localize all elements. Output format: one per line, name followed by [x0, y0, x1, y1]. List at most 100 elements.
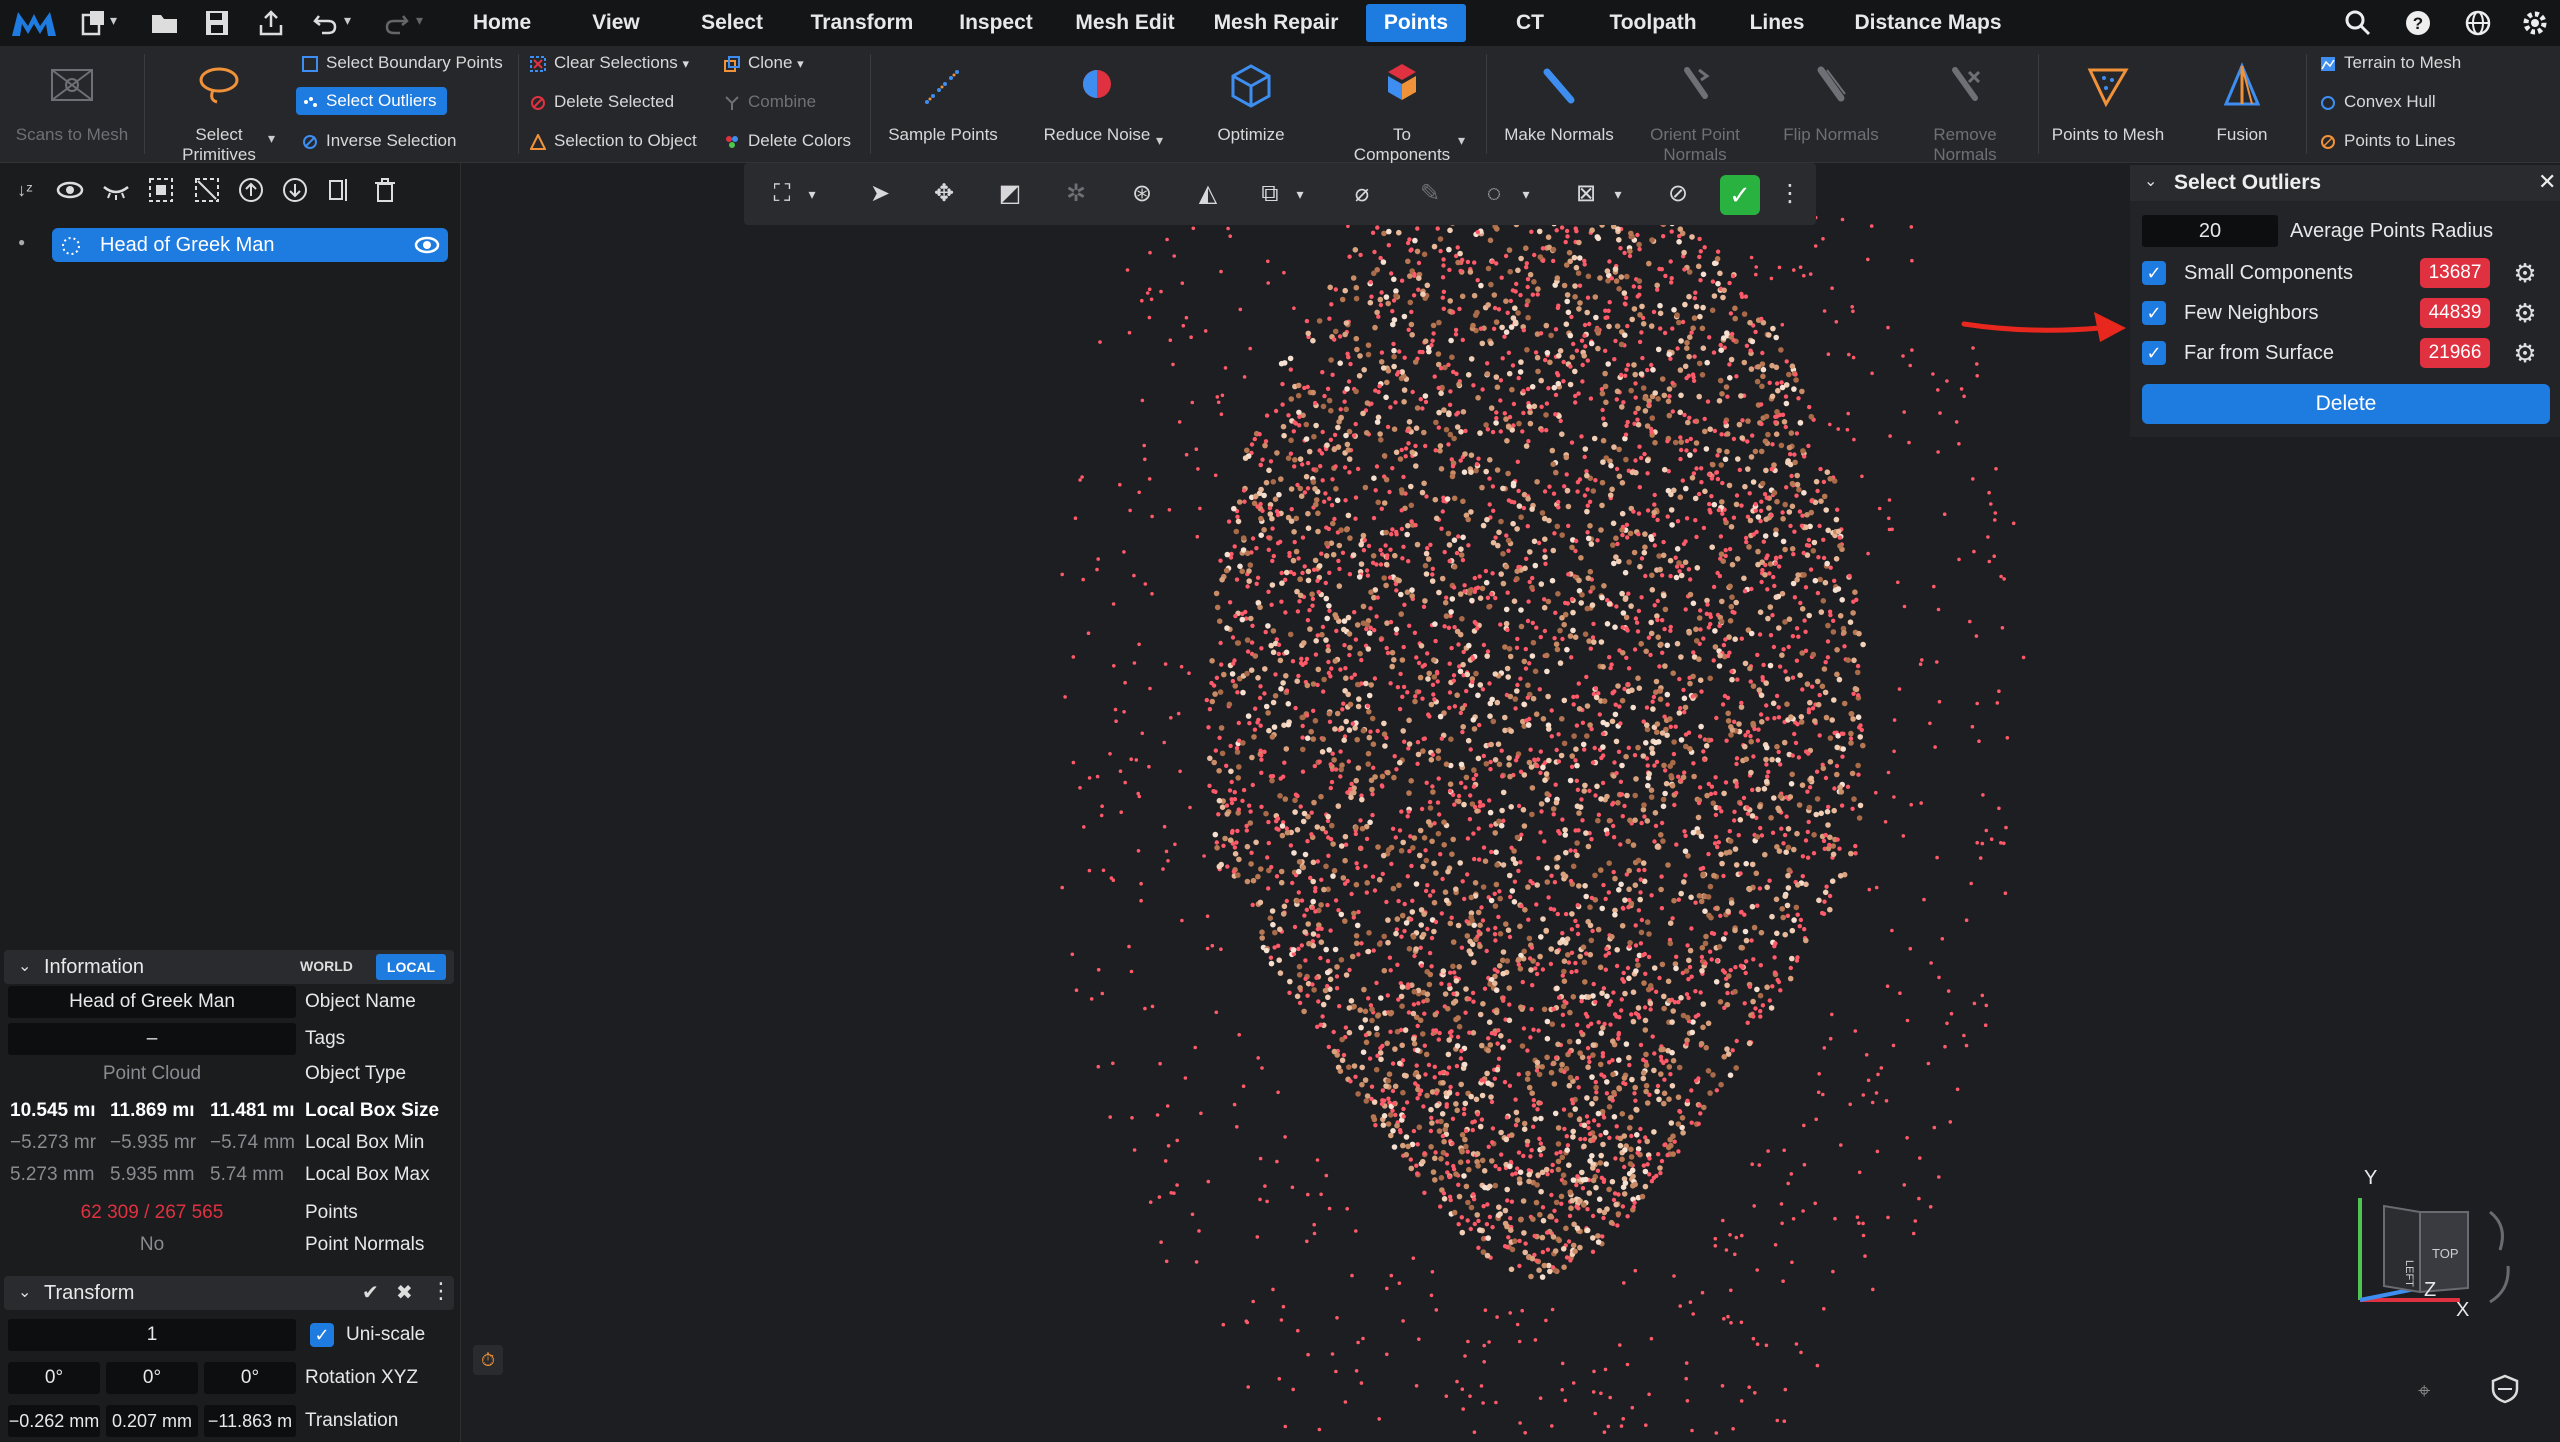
- optimize-button[interactable]: Optimize: [1186, 46, 1316, 162]
- small-components-checkbox[interactable]: ✓: [2142, 261, 2166, 285]
- tags-field[interactable]: –: [8, 1023, 296, 1055]
- shield-icon[interactable]: [2490, 1374, 2520, 1404]
- select-boundary-points-button[interactable]: Select Boundary Points: [302, 48, 503, 78]
- rotation-x-input[interactable]: 0°: [8, 1362, 100, 1394]
- tab-ct[interactable]: CT: [1500, 0, 1560, 46]
- stopwatch-icon[interactable]: ⏱: [473, 1345, 503, 1375]
- chevron-down-icon[interactable]: ▾: [110, 12, 117, 29]
- reduce-noise-button[interactable]: Reduce Noise: [1030, 46, 1164, 162]
- tab-mesh-edit[interactable]: Mesh Edit: [1066, 0, 1184, 46]
- save-icon[interactable]: [204, 9, 230, 37]
- redo-icon[interactable]: [384, 10, 410, 36]
- reset-view-icon[interactable]: ⌖: [2418, 1378, 2430, 1404]
- rotation-z-input[interactable]: 0°: [204, 1362, 296, 1394]
- pen-icon[interactable]: ✎: [1416, 180, 1444, 208]
- world-toggle[interactable]: WORLD: [300, 958, 353, 974]
- radius-input[interactable]: 20: [2142, 215, 2278, 247]
- chevron-down-icon[interactable]: ▾: [416, 12, 423, 29]
- uniscale-checkbox[interactable]: ✓: [310, 1323, 334, 1347]
- confirm-check-icon[interactable]: ✓: [1720, 175, 1760, 215]
- scale-input[interactable]: 1: [8, 1319, 296, 1351]
- tab-mesh-repair[interactable]: Mesh Repair: [1204, 0, 1348, 46]
- gear-icon[interactable]: ⚙: [2512, 300, 2538, 326]
- eye-icon[interactable]: [56, 179, 84, 201]
- tab-select[interactable]: Select: [686, 0, 778, 46]
- undo-icon[interactable]: [312, 10, 338, 36]
- apply-check-icon[interactable]: ✔: [362, 1280, 379, 1305]
- globe-icon[interactable]: [2464, 9, 2492, 37]
- settings-icon[interactable]: [2520, 8, 2550, 38]
- remove-normals-button[interactable]: Remove Normals: [1900, 46, 2030, 164]
- selection-to-object-button[interactable]: Selection to Object: [530, 126, 697, 156]
- chevron-down-icon[interactable]: ▾: [797, 56, 804, 71]
- ignore-backfaces-icon[interactable]: ⊘: [1664, 180, 1692, 208]
- chevron-down-icon[interactable]: ▾: [344, 12, 351, 29]
- flip-normals-button[interactable]: Flip Normals: [1766, 46, 1896, 162]
- view-cube-gizmo[interactable]: Y Z X TOP LEFT: [2340, 1160, 2540, 1320]
- chevron-down-icon[interactable]: ▾: [1604, 180, 1632, 208]
- close-icon[interactable]: ✕: [2538, 169, 2556, 195]
- more-options-icon[interactable]: ⋮: [1776, 180, 1804, 208]
- local-toggle[interactable]: LOCAL: [376, 954, 446, 980]
- translation-z-input[interactable]: −11.863 m: [204, 1405, 296, 1437]
- deselect-icon[interactable]: [194, 177, 220, 203]
- scene-tree-item[interactable]: Head of Greek Man: [52, 228, 448, 262]
- chevron-down-icon[interactable]: ▾: [1458, 132, 1465, 149]
- inverse-selection-button[interactable]: Inverse Selection: [302, 126, 456, 156]
- few-neighbors-checkbox[interactable]: ✓: [2142, 301, 2166, 325]
- points-to-lines-button[interactable]: Points to Lines: [2320, 126, 2456, 156]
- app-logo-icon[interactable]: [10, 8, 58, 38]
- combine-button[interactable]: Combine: [724, 87, 816, 117]
- delete-colors-button[interactable]: Delete Colors: [724, 126, 851, 156]
- tab-inspect[interactable]: Inspect: [944, 0, 1048, 46]
- transform-header[interactable]: ⌄ Transform ✔ ✖ ⋮: [4, 1276, 454, 1310]
- tab-home[interactable]: Home: [456, 0, 548, 46]
- mirror-icon[interactable]: [326, 177, 352, 203]
- terrain-to-mesh-button[interactable]: Terrain to Mesh: [2320, 48, 2461, 78]
- select-outliers-button[interactable]: Select Outliers: [296, 87, 447, 115]
- orient-point-normals-button[interactable]: Orient Point Normals: [1630, 46, 1760, 164]
- search-icon[interactable]: [2344, 9, 2372, 37]
- information-header[interactable]: ⌄ Information WORLD LOCAL: [4, 950, 454, 984]
- chevron-down-icon[interactable]: ▾: [1512, 180, 1540, 208]
- clear-selections-button[interactable]: Clear Selections ▾: [530, 48, 689, 78]
- boolean-icon[interactable]: ⧉: [1256, 180, 1284, 208]
- sort-az-icon[interactable]: ↓ᶻ: [12, 177, 38, 203]
- open-folder-icon[interactable]: [150, 11, 180, 35]
- lasso-select-icon[interactable]: ◌: [1480, 180, 1508, 208]
- clone-button[interactable]: Clone ▾: [724, 48, 804, 78]
- object-name-field[interactable]: Head of Greek Man: [8, 986, 296, 1018]
- move-icon[interactable]: ✥: [930, 180, 958, 208]
- convex-hull-button[interactable]: Convex Hull: [2320, 87, 2436, 117]
- rotation-y-input[interactable]: 0°: [106, 1362, 198, 1394]
- brush-select-icon[interactable]: ⌀: [1348, 180, 1376, 208]
- tab-points[interactable]: Points: [1366, 4, 1466, 42]
- reset-x-icon[interactable]: ✖: [396, 1280, 413, 1305]
- cube-face-top[interactable]: TOP: [2432, 1246, 2459, 1261]
- gear-icon[interactable]: ⚙: [2512, 340, 2538, 366]
- rotate-icon[interactable]: ⊛: [1128, 180, 1156, 208]
- trash-icon[interactable]: [372, 177, 398, 203]
- cube-face-left[interactable]: LEFT: [2403, 1260, 2415, 1287]
- delete-selected-button[interactable]: Delete Selected: [530, 87, 674, 117]
- tab-lines[interactable]: Lines: [1740, 0, 1814, 46]
- chevron-down-icon[interactable]: ▾: [1286, 180, 1314, 208]
- mesh-select-icon[interactable]: ✲: [1062, 180, 1090, 208]
- make-normals-button[interactable]: Make Normals: [1494, 46, 1624, 162]
- select-all-icon[interactable]: [148, 177, 174, 203]
- sample-points-button[interactable]: Sample Points: [878, 46, 1008, 162]
- tab-toolpath[interactable]: Toolpath: [1592, 0, 1714, 46]
- paint-select-icon[interactable]: ◭: [1194, 180, 1222, 208]
- gear-icon[interactable]: ⚙: [2512, 260, 2538, 286]
- help-icon[interactable]: ?: [2404, 9, 2432, 37]
- move-up-icon[interactable]: [238, 177, 264, 203]
- fit-view-icon[interactable]: ⛶: [768, 180, 796, 208]
- chevron-down-icon[interactable]: ▾: [1156, 132, 1163, 149]
- tab-view[interactable]: View: [570, 0, 662, 46]
- chevron-down-icon[interactable]: ▾: [798, 180, 826, 208]
- to-components-button[interactable]: To Components: [1332, 46, 1472, 164]
- more-options-icon[interactable]: ⋮: [430, 1278, 452, 1304]
- tab-transform[interactable]: Transform: [800, 0, 924, 46]
- pointer-icon[interactable]: ➤: [866, 180, 894, 208]
- points-to-mesh-button[interactable]: Points to Mesh: [2046, 46, 2170, 162]
